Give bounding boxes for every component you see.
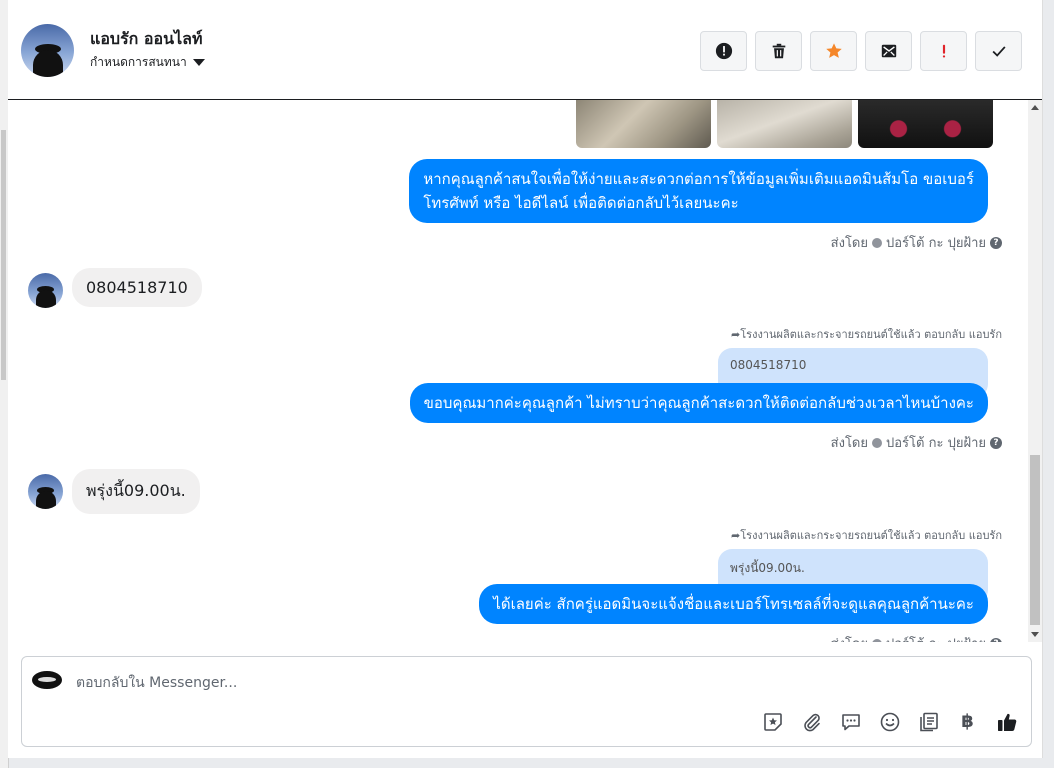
star-button[interactable]	[810, 31, 857, 71]
chevron-down-icon	[192, 59, 205, 66]
emoji-icon	[880, 712, 899, 731]
incoming-message[interactable]: พรุ่งนี้09.00น.	[72, 469, 200, 514]
scroll-down-arrow[interactable]	[1031, 632, 1039, 637]
sent-by-info: ส่งโดย ปอร์โต้ กะ ปุยฝ้าย ?	[831, 232, 1002, 253]
help-icon[interactable]: ?	[990, 436, 1002, 449]
check-icon	[992, 46, 1006, 57]
sent-by-info: ส่งโดย ปอร์โต้ กะ ปุยฝ้าย ?	[831, 633, 1002, 642]
payment-button[interactable]: ฿	[955, 709, 980, 734]
reply-arrow-icon: ➦	[731, 529, 741, 542]
contact-avatar[interactable]	[21, 24, 74, 77]
like-icon	[997, 713, 1016, 731]
verified-icon	[872, 638, 882, 642]
reply-input[interactable]	[74, 671, 678, 695]
reply-context: ➦โรงงานผลิตและกระจายรถยนต์ใช้แล้ว ตอบกลั…	[731, 328, 1002, 341]
page-logo	[32, 671, 62, 689]
star-icon	[825, 43, 842, 58]
outgoing-message[interactable]: หากคุณลูกค้าสนใจเพื่อให้ง่ายและสะดวกต่อก…	[409, 159, 988, 223]
verified-icon	[872, 237, 882, 248]
message-text-line: โทรศัพท์ หรือ ไอดีไลน์ เพื่อติดต่อกลับไว…	[423, 194, 739, 212]
help-icon[interactable]: ?	[990, 236, 1002, 249]
sender-avatar[interactable]	[28, 474, 63, 509]
conversation-header: แอบรัก ออนไลท์ กำหนดการสนทนา	[8, 0, 1042, 100]
sent-by-label: ส่งโดย	[830, 236, 868, 251]
attached-photo[interactable]	[858, 100, 993, 148]
message-scrollbar[interactable]	[1028, 100, 1042, 642]
message-list[interactable]: หากคุณลูกค้าสนใจเพื่อให้ง่ายและสะดวกต่อก…	[8, 100, 1028, 642]
incoming-message[interactable]: 0804518710	[72, 268, 202, 307]
sent-by-label: ส่งโดย	[830, 436, 868, 451]
saved-replies-button[interactable]	[838, 709, 863, 734]
saved-reply-icon	[841, 713, 860, 730]
sticker-star-icon	[763, 712, 782, 731]
alert-circle-icon	[715, 42, 732, 60]
trash-icon	[772, 43, 785, 59]
exclamation-icon	[942, 44, 945, 58]
sent-by-label: ส่งโดย	[831, 633, 868, 642]
outgoing-message[interactable]: ขอบคุณมากค่ะคุณลูกค้า ไม่ทราบว่าคุณลูกค้…	[409, 383, 988, 423]
reply-arrow-icon: ➦	[731, 328, 741, 341]
mail-icon	[881, 44, 896, 58]
sent-by-name: ปอร์โต้ กะ ปุยฝ้าย	[886, 633, 986, 642]
reply-context: ➦โรงงานผลิตและกระจายรถยนต์ใช้แล้ว ตอบกลั…	[731, 529, 1002, 542]
scrollbar-thumb[interactable]	[1030, 455, 1040, 625]
like-button[interactable]	[994, 709, 1019, 734]
verified-icon	[872, 437, 882, 448]
follow-up-button[interactable]	[920, 31, 967, 71]
reply-composer: ฿	[21, 656, 1032, 747]
emoji-button[interactable]	[877, 709, 902, 734]
mark-spam-button[interactable]	[700, 31, 747, 71]
sent-by-name: ปอร์โต้ กะ ปุยฝ้าย	[886, 236, 986, 251]
baht-icon: ฿	[961, 711, 974, 732]
contact-name[interactable]: แอบรัก ออนไลท์	[90, 27, 202, 52]
attached-photo[interactable]	[576, 100, 711, 148]
attachment-icon	[803, 713, 820, 731]
sent-by-info: ส่งโดย ปอร์โต้ กะ ปุยฝ้าย ?	[831, 432, 1002, 453]
help-icon[interactable]: ?	[990, 637, 1002, 642]
attached-photo[interactable]	[717, 100, 852, 148]
assign-label: กำหนดการสนทนา	[90, 55, 187, 69]
catalog-button[interactable]	[916, 709, 941, 734]
header-actions	[700, 31, 1022, 71]
mark-unread-button[interactable]	[865, 31, 912, 71]
attach-button[interactable]	[799, 709, 824, 734]
outgoing-message[interactable]: ได้เลยค่ะ สักครู่แอดมินจะแจ้งชื่อและเบอร…	[479, 584, 988, 624]
mark-done-button[interactable]	[975, 31, 1022, 71]
delete-button[interactable]	[755, 31, 802, 71]
sticker-button[interactable]	[760, 709, 785, 734]
sent-by-name: ปอร์โต้ กะ ปุยฝ้าย	[886, 436, 986, 451]
left-scrollbar-thumb[interactable]	[1, 130, 6, 380]
catalog-icon	[919, 712, 938, 731]
message-text-line: หากคุณลูกค้าสนใจเพื่อให้ง่ายและสะดวกต่อก…	[423, 170, 974, 188]
assign-conversation-dropdown[interactable]: กำหนดการสนทนา	[90, 53, 205, 72]
conversation-panel: แอบรัก ออนไลท์ กำหนดการสนทนา หากคุณลูกค้…	[8, 0, 1043, 758]
scroll-up-arrow[interactable]	[1031, 105, 1039, 110]
composer-tools: ฿	[760, 709, 1019, 734]
sender-avatar[interactable]	[28, 273, 63, 308]
